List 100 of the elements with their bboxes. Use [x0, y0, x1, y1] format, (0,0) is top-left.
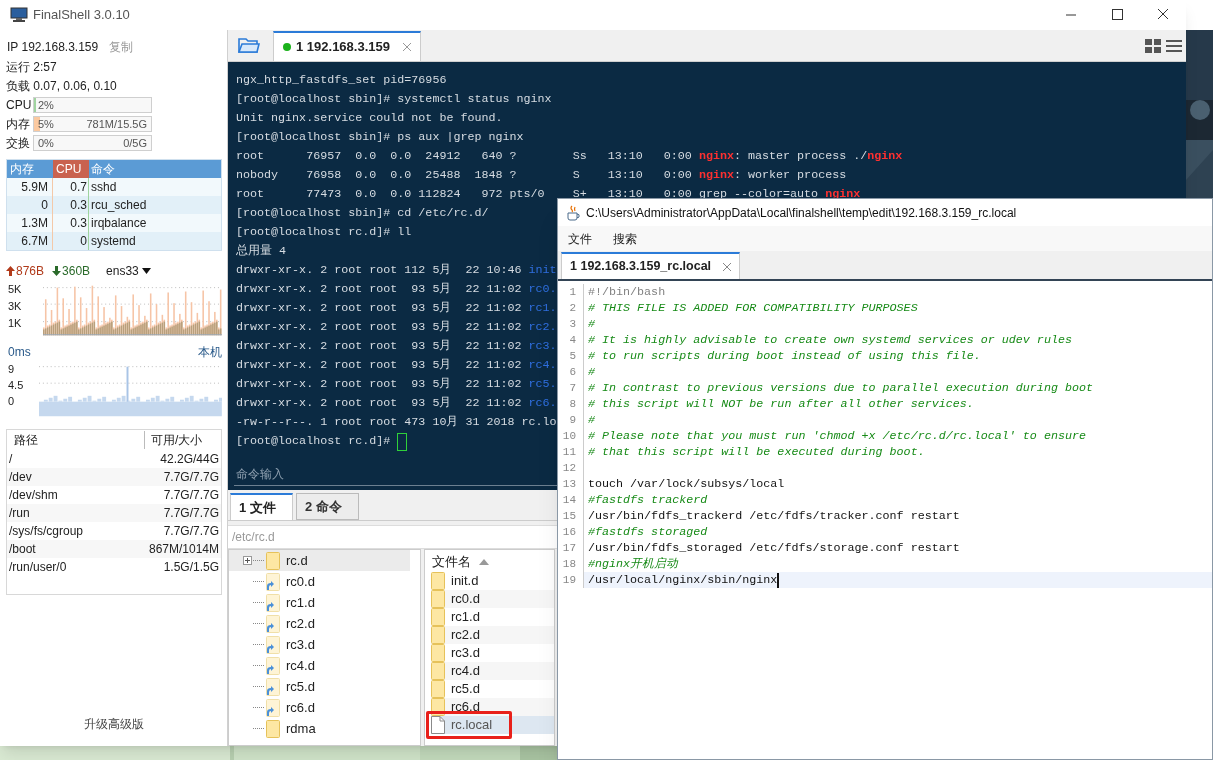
- table-cell-text: sshd: [90, 179, 118, 196]
- axis-label: 0: [8, 395, 15, 407]
- file-row[interactable]: rc0.d: [431, 590, 554, 608]
- tree-item[interactable]: rc0.d: [229, 571, 410, 592]
- folder-shortcut-icon: [266, 677, 280, 696]
- terminal-line: [root@localhost sbin]# cd /etc/rc.d/: [236, 205, 489, 222]
- meter-label: CPU: [6, 97, 33, 114]
- tab-label: 1 192.168.3.159_rc.local: [570, 258, 712, 276]
- code-line: # to run scripts during boot instead of using this file.: [588, 348, 981, 364]
- column-header[interactable]: CPU: [53, 160, 89, 178]
- tree-item[interactable]: rdma: [229, 718, 410, 739]
- code-line: # Please note that you must run 'chmod +x /etc/rc.d/rc.local' to ensure: [588, 428, 1086, 444]
- terminal-line: drwxr-xr-x. 2 root root 112 5月 22 10:46 init: [236, 262, 557, 279]
- folder-icon: [266, 551, 280, 570]
- table-cell-text: 1.5G/1.5G: [163, 559, 220, 576]
- host-label: 本机: [198, 344, 222, 361]
- folder-icon: [266, 719, 280, 738]
- terminal-line: drwxr-xr-x. 2 root root 93 5月 22 11:02 rc6.: [236, 395, 557, 412]
- tree-item[interactable]: rc.d: [229, 550, 410, 571]
- axis-label: 5K: [8, 283, 22, 295]
- table-cell-text: 7.7G/7.7G: [163, 487, 220, 504]
- tree-item[interactable]: rc5.d: [229, 676, 410, 697]
- terminal-line: ngx_http_fastdfs_set pid=76956: [236, 72, 447, 89]
- axis-label: 4.5: [8, 379, 24, 391]
- line-number: 10: [558, 428, 584, 444]
- monitor-icon: [10, 7, 28, 23]
- code-line: /usr/bin/fdfs_trackerd /etc/fdfs/tracker.conf restart: [588, 508, 960, 524]
- code-line: /usr/local/nginx/sbin/nginx: [588, 572, 778, 588]
- terminal-line: [root@localhost rc.d]# ll: [236, 224, 412, 241]
- file-row[interactable]: rc4.d: [431, 662, 554, 680]
- panel-tab[interactable]: 1 文件: [230, 493, 293, 520]
- tree-item[interactable]: rc3.d: [229, 634, 410, 655]
- folder-icon: [431, 608, 445, 626]
- file-row[interactable]: rc6.d: [431, 698, 554, 716]
- terminal-line: [root@localhost sbin]# ps aux |grep nginx: [236, 129, 524, 146]
- line-number: 11: [558, 444, 584, 460]
- line-number: 12: [558, 460, 584, 476]
- meter-reading: 5%: [38, 116, 54, 132]
- tree-item[interactable]: rc6.d: [229, 697, 410, 718]
- uptime-text: 运行 2:57: [6, 59, 57, 75]
- code-line: #nginx开机启动: [588, 556, 679, 572]
- tree-item[interactable]: rc1.d: [229, 592, 410, 613]
- line-number: 2: [558, 300, 584, 316]
- table-cell-text: 867M/1014M: [148, 541, 220, 558]
- panel-tab[interactable]: 2 命令: [296, 493, 359, 520]
- table-cell-text: 7.7G/7.7G: [163, 523, 220, 540]
- expand-icon[interactable]: [243, 556, 252, 565]
- line-number: 17: [558, 540, 584, 556]
- menu-icon[interactable]: [1166, 39, 1182, 53]
- folder-shortcut-icon: [266, 656, 280, 675]
- down-arrow-icon: [52, 266, 62, 276]
- column-header[interactable]: 路径: [7, 431, 145, 449]
- sort-arrow-icon[interactable]: [479, 559, 489, 565]
- grid-icon[interactable]: [1145, 39, 1161, 53]
- terminal-line: drwxr-xr-x. 2 root root 93 5月 22 11:02 rc4.: [236, 357, 557, 374]
- folder-icon: [431, 590, 445, 608]
- line-number: 7: [558, 380, 584, 396]
- tree-item[interactable]: rc2.d: [229, 613, 410, 634]
- table-cell-text: 7.7G/7.7G: [163, 469, 220, 486]
- tab-label: 1 192.168.3.159: [296, 38, 390, 57]
- column-header[interactable]: 文件名: [432, 552, 471, 572]
- cursor: [397, 432, 408, 451]
- table-cell: 0: [53, 232, 89, 250]
- table-cell-text: /sys/fs/cgroup: [8, 523, 85, 540]
- meter-reading: 2%: [38, 97, 54, 113]
- folder-icon: [431, 644, 445, 662]
- meter-detail: 781M/15.5G: [86, 116, 147, 132]
- dropdown-icon[interactable]: [141, 268, 151, 274]
- file-row[interactable]: rc2.d: [431, 626, 554, 644]
- terminal-line: -rw-r--r--. 1 root root 473 10月 31 2018 rc.lo: [236, 414, 557, 431]
- line-number: 16: [558, 524, 584, 540]
- terminal-line: drwxr-xr-x. 2 root root 93 5月 22 11:02 rc0.: [236, 281, 557, 298]
- upgrade-link[interactable]: 升级高级版: [84, 715, 144, 733]
- table-cell-text: /dev/shm: [8, 487, 59, 504]
- file-row[interactable]: rc.local: [431, 716, 554, 734]
- code-line: #: [588, 364, 595, 380]
- column-header[interactable]: 可用/大小: [145, 431, 221, 449]
- upload-rate: 876B: [16, 263, 45, 280]
- text-cursor: [777, 572, 780, 588]
- terminal-line: [root@localhost rc.d]#: [236, 433, 392, 450]
- meter-label: 内存: [6, 116, 31, 133]
- terminal-line: drwxr-xr-x. 2 root root 93 5月 22 11:02 rc1.: [236, 300, 557, 317]
- menu-item[interactable]: 文件: [567, 229, 593, 248]
- code-line: #!/bin/bash: [588, 284, 666, 300]
- tree-item[interactable]: rc4.d: [229, 655, 410, 676]
- axis-label: 1K: [8, 317, 22, 329]
- session-tab[interactable]: 1 192.168.3.159: [273, 31, 421, 61]
- folder-icon: [431, 680, 445, 698]
- folder-icon: [431, 662, 445, 680]
- terminal-line: drwxr-xr-x. 2 root root 93 5月 22 11:02 rc5.: [236, 376, 557, 393]
- axis-label: 9: [8, 363, 15, 375]
- folder-shortcut-icon: [266, 593, 280, 612]
- editor-tab[interactable]: 1 192.168.3.159_rc.local: [561, 252, 741, 279]
- close-icon[interactable]: [403, 43, 411, 51]
- menu-item[interactable]: 搜索: [612, 229, 638, 248]
- terminal-line: Unit nginx.service could not be found.: [236, 110, 503, 127]
- folder-icon[interactable]: [238, 36, 260, 54]
- command-input[interactable]: 命令输入: [234, 463, 544, 485]
- interface-name[interactable]: ens33: [106, 262, 139, 280]
- close-icon[interactable]: [723, 262, 732, 271]
